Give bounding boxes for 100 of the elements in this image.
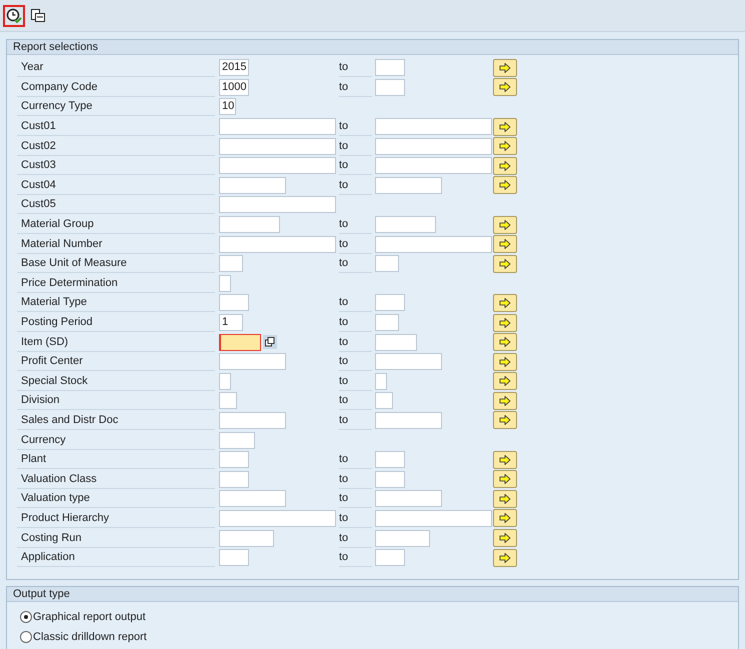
multiple-selection-button[interactable] — [493, 137, 517, 156]
input-field[interactable] — [375, 157, 492, 174]
input-field[interactable] — [375, 451, 405, 468]
input-field[interactable] — [375, 470, 405, 488]
multiple-selection-button[interactable] — [493, 548, 517, 567]
arrow-icon — [499, 122, 511, 132]
to-label: to — [339, 78, 372, 97]
radio-button[interactable] — [20, 631, 32, 644]
to-label: to — [339, 450, 372, 470]
multiple-selection-button[interactable] — [493, 294, 517, 312]
input-field[interactable] — [219, 412, 286, 429]
input-field[interactable] — [375, 549, 405, 566]
to-label: to — [339, 313, 372, 332]
field-label: Currency Type — [17, 97, 215, 116]
multiple-selection-button[interactable] — [493, 156, 517, 175]
copy-icon — [30, 8, 46, 24]
input-field[interactable] — [375, 236, 492, 253]
multiple-selection-button[interactable] — [493, 118, 517, 136]
input-field[interactable] — [219, 372, 231, 390]
input-field[interactable] — [219, 353, 286, 370]
multiple-selection-button[interactable] — [493, 352, 517, 371]
to-label: to — [339, 489, 372, 508]
input-field[interactable] — [219, 334, 261, 351]
multiple-selection-button[interactable] — [493, 372, 517, 390]
input-field[interactable] — [219, 510, 336, 527]
field-label: Plant — [17, 450, 215, 470]
radio-label: Classic drilldown report — [33, 630, 147, 646]
input-field[interactable] — [219, 255, 243, 272]
input-field[interactable] — [219, 392, 237, 410]
multiple-selection-button[interactable] — [493, 450, 517, 469]
input-field[interactable] — [375, 353, 442, 370]
arrow-icon — [499, 258, 511, 269]
multiple-selection-button[interactable] — [493, 509, 517, 528]
input-field[interactable] — [219, 451, 249, 468]
input-field[interactable] — [375, 372, 387, 390]
to-label: to — [339, 136, 372, 156]
to-label: to — [339, 117, 372, 136]
input-field[interactable] — [375, 118, 492, 136]
multiple-selection-button[interactable] — [493, 254, 517, 273]
input-field[interactable] — [375, 530, 430, 547]
input-field[interactable] — [219, 470, 249, 488]
input-field[interactable] — [219, 549, 249, 566]
input-field[interactable] — [375, 510, 492, 527]
input-field[interactable] — [375, 78, 405, 96]
input-field[interactable]: 1000 — [219, 78, 249, 96]
input-field[interactable] — [219, 432, 255, 449]
field-label: Cust04 — [17, 176, 215, 195]
input-field[interactable] — [219, 274, 231, 292]
input-field[interactable] — [375, 412, 442, 429]
to-label: to — [339, 410, 372, 430]
multiple-selection-button[interactable] — [493, 333, 517, 352]
input-field[interactable] — [219, 216, 280, 234]
multiple-selection-button[interactable] — [493, 216, 517, 234]
field-label: Cust05 — [17, 195, 215, 214]
input-field[interactable] — [219, 236, 336, 253]
input-field[interactable] — [375, 255, 399, 272]
to-label: to — [339, 176, 372, 195]
multiple-selection-button[interactable] — [493, 529, 517, 548]
multiple-selection-button[interactable] — [493, 411, 517, 430]
input-field[interactable] — [375, 392, 393, 410]
field-label: Costing Run — [17, 528, 215, 548]
field-label: Cust02 — [17, 136, 215, 156]
input-field[interactable] — [375, 334, 417, 351]
multiple-selection-button[interactable] — [493, 235, 517, 254]
input-field[interactable] — [219, 490, 286, 508]
input-field[interactable] — [219, 118, 336, 136]
arrow-icon — [499, 220, 511, 230]
multiple-selection-button[interactable] — [493, 314, 517, 332]
arrow-icon — [499, 376, 511, 386]
input-field[interactable] — [219, 176, 286, 194]
multiple-selection-button[interactable] — [493, 176, 517, 194]
input-field[interactable]: 2015 — [219, 59, 249, 76]
field-label: Material Number — [17, 234, 215, 254]
arrow-icon — [499, 180, 511, 190]
input-field[interactable]: 10 — [219, 98, 236, 116]
field-label: Currency — [17, 430, 215, 450]
multiple-selection-button[interactable] — [493, 392, 517, 410]
to-label: to — [339, 352, 372, 372]
input-field[interactable] — [375, 138, 492, 155]
input-field[interactable] — [375, 216, 436, 234]
input-field[interactable] — [219, 196, 336, 214]
multiple-selection-button[interactable] — [493, 490, 517, 508]
input-field[interactable] — [375, 294, 405, 312]
input-field[interactable] — [375, 314, 399, 332]
execute-button[interactable] — [3, 4, 25, 26]
input-field[interactable] — [219, 294, 249, 312]
multiple-selection-button[interactable] — [493, 78, 517, 96]
input-field[interactable] — [375, 490, 442, 508]
input-field[interactable] — [219, 157, 336, 174]
copy-icon[interactable] — [263, 335, 277, 350]
field-label: Material Group — [17, 215, 215, 234]
field-label: Price Determination — [17, 274, 215, 293]
input-field[interactable]: 1 — [219, 314, 243, 332]
radio-button[interactable] — [20, 611, 32, 624]
input-field[interactable] — [219, 138, 336, 155]
input-field[interactable] — [219, 530, 274, 547]
multiple-selection-button[interactable] — [493, 58, 517, 77]
input-field[interactable] — [375, 59, 405, 76]
input-field[interactable] — [375, 176, 442, 194]
multiple-selection-button[interactable] — [493, 470, 517, 488]
